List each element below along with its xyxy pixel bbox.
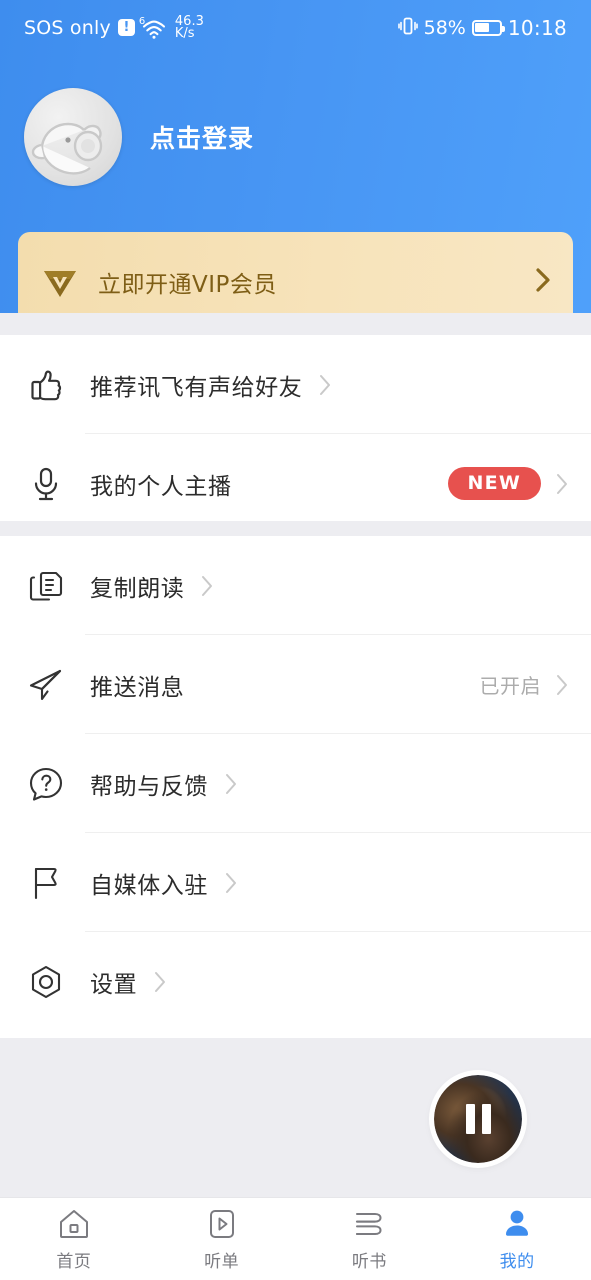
playlist-play-icon [206,1207,238,1241]
paper-plane-icon [24,663,68,707]
chevron-right-icon [318,373,332,397]
row-value: 已开启 [479,674,541,698]
row-label: 推荐讯飞有声给好友 [90,374,303,401]
thumbs-up-icon [24,363,68,407]
carrier-label: SOS only [24,16,111,39]
row-label: 推送消息 [90,674,185,701]
nav-label: 听单 [204,1251,240,1272]
settings-hexagon-icon [24,960,68,1004]
floating-mini-player[interactable] [434,1075,522,1163]
chevron-right-icon [555,673,569,697]
battery-icon [471,19,505,36]
network-speed-unit: K/s [174,25,195,41]
book-icon [352,1207,386,1241]
nav-item-books[interactable]: 听书 [296,1207,444,1272]
chevron-right-icon [224,772,238,796]
row-help-feedback[interactable]: 帮助与反馈 [0,734,591,833]
status-bar: SOS only ! 6 46.3 K/s 58% 10:18 [0,0,591,55]
wifi-icon: 6 [138,15,168,39]
row-copy-read[interactable]: 复制朗读 [0,536,591,635]
row-label: 我的个人主播 [90,473,232,500]
login-label[interactable]: 点击登录 [150,119,254,155]
row-label: 复制朗读 [90,575,185,602]
login-area[interactable]: 点击登录 [24,88,254,186]
profile-header: SOS only ! 6 46.3 K/s 58% 10:18 点击登录 立即开… [0,0,591,313]
wifi-generation-label: 6 [138,15,146,27]
chevron-right-icon [555,472,569,496]
status-bar-left: SOS only ! 6 46.3 K/s [24,15,204,41]
battery-percent-label: 58% [423,16,466,39]
row-push-notification[interactable]: 推送消息 已开启 [0,635,591,734]
chevron-right-icon [200,574,214,598]
row-label: 设置 [90,971,138,998]
social-group: 推荐讯飞有声给好友 我的个人主播 NEW [0,335,591,521]
chevron-right-icon [535,267,551,297]
nav-label: 首页 [56,1251,92,1272]
status-bar-right: 58% 10:18 [397,15,567,40]
vip-diamond-icon [40,263,80,301]
person-icon [501,1207,533,1241]
flag-icon [24,861,68,905]
copy-document-icon [24,564,68,608]
vip-banner[interactable]: 立即开通VIP会员 [18,232,573,313]
nav-item-home[interactable]: 首页 [0,1207,148,1272]
network-speed: 46.3 K/s [174,15,204,41]
row-label: 自媒体入驻 [90,872,208,899]
bottom-navigation: 首页 听单 听书 我的 [0,1197,591,1280]
group-separator [0,521,591,536]
row-media-join[interactable]: 自媒体入驻 [0,833,591,932]
clock-label: 10:18 [507,15,567,40]
settings-group: 复制朗读 推送消息 已开启 帮助与反馈 自媒体入驻 设置 [0,536,591,1038]
microphone-icon [24,462,68,506]
nav-item-mine[interactable]: 我的 [443,1207,591,1272]
row-my-anchor[interactable]: 我的个人主播 NEW [0,434,591,533]
home-icon [57,1207,91,1241]
chevron-right-icon [224,871,238,895]
app-screen: SOS only ! 6 46.3 K/s 58% 10:18 点击登录 立即开… [0,0,591,1280]
avatar[interactable] [24,88,122,186]
warning-exclamation-icon: ! [117,19,135,36]
row-recommend-app[interactable]: 推荐讯飞有声给好友 [0,335,591,434]
vip-label: 立即开通VIP会员 [98,272,277,298]
header-content-gap [0,313,591,335]
vibrate-icon [397,16,418,40]
nav-label: 听书 [351,1251,387,1272]
chevron-right-icon [153,970,167,994]
row-settings[interactable]: 设置 [0,932,591,1031]
status-badge: NEW [447,467,541,500]
nav-label: 我的 [499,1251,535,1272]
row-label: 帮助与反馈 [90,773,208,800]
pause-icon[interactable] [465,1104,491,1134]
question-help-icon [24,762,68,806]
nav-item-playlist[interactable]: 听单 [148,1207,296,1272]
